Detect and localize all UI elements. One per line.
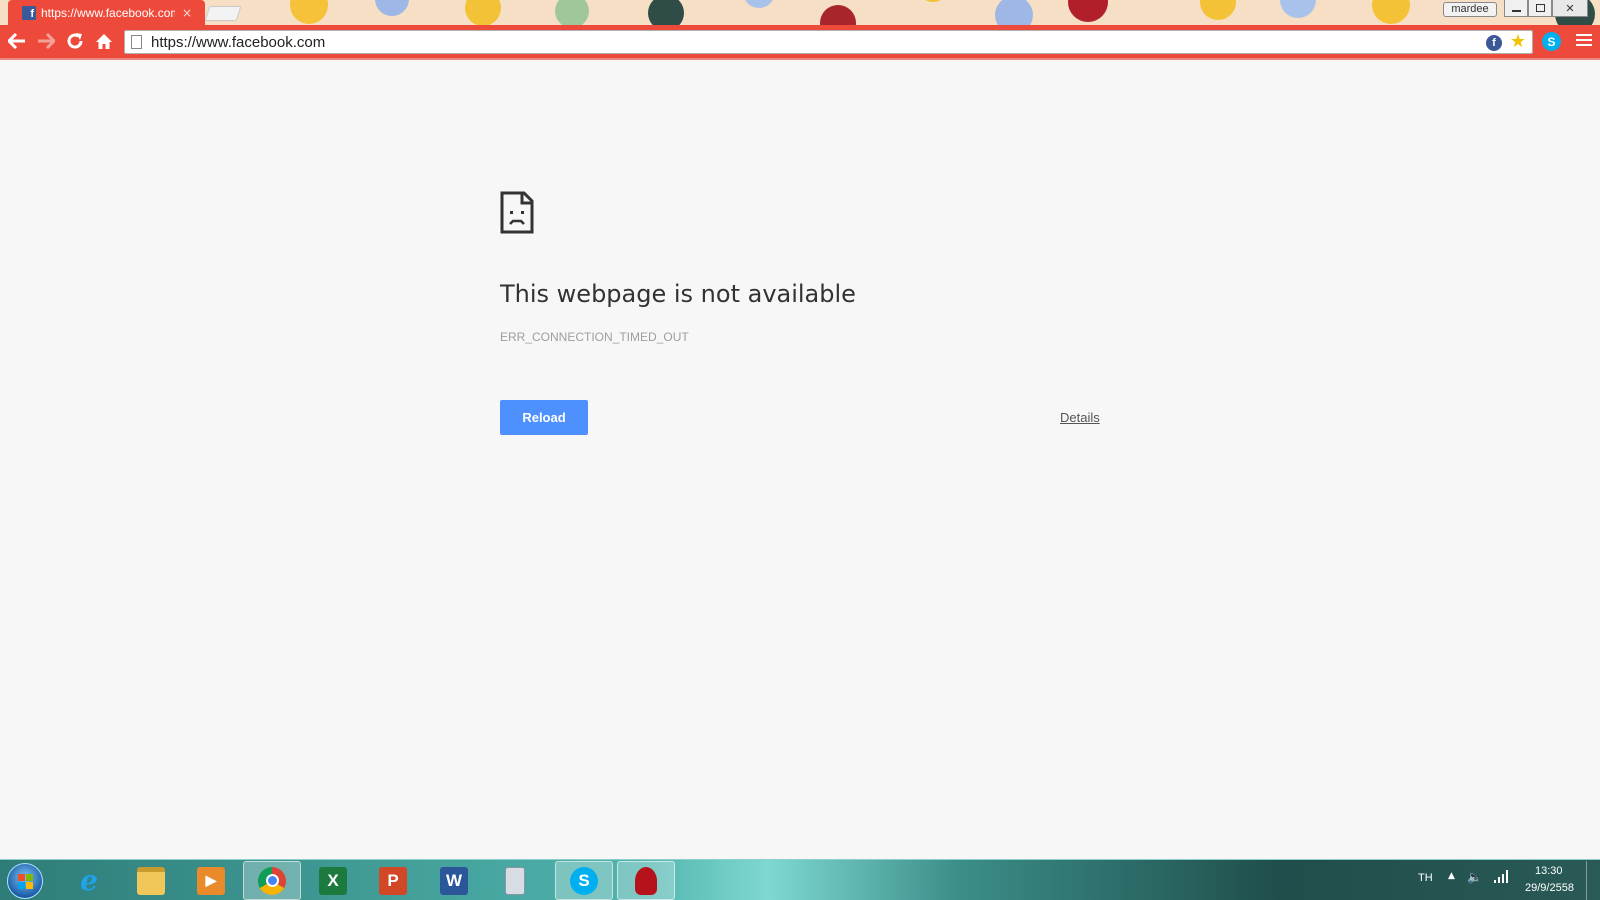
taskbar-red-app[interactable] <box>617 861 675 900</box>
home-icon[interactable] <box>92 29 116 53</box>
chrome-icon <box>258 866 286 895</box>
internet-explorer-icon: e <box>80 864 98 897</box>
windows-taskbar: e ▶ X P W S TH ▲ 🔈 13:30 29/9/2558 <box>0 859 1600 900</box>
red-app-icon <box>635 866 657 895</box>
back-arrow-icon[interactable] <box>5 29 29 53</box>
facebook-favicon-icon: f <box>22 5 36 20</box>
theme-dot <box>995 0 1033 25</box>
theme-dot <box>465 0 501 25</box>
error-code: ERR_CONNECTION_TIMED_OUT <box>500 330 689 344</box>
tab-facebook[interactable]: f https://www.facebook.com × <box>8 0 205 25</box>
tab-strip: f https://www.facebook.com × mardee ✕ <box>0 0 1600 25</box>
taskbar-media-player[interactable]: ▶ <box>182 861 240 900</box>
show-desktop-button[interactable] <box>1586 861 1600 900</box>
theme-dot <box>820 5 856 25</box>
clock-time[interactable]: 13:30 <box>1535 865 1563 877</box>
clock-date[interactable]: 29/9/2558 <box>1525 882 1574 894</box>
tab-title: https://www.facebook.com <box>41 5 175 20</box>
url-text: https://www.facebook.com <box>151 33 326 51</box>
network-icon[interactable] <box>1494 870 1510 886</box>
details-link[interactable]: Details <box>1060 410 1100 425</box>
forward-arrow-icon[interactable] <box>34 29 58 53</box>
facebook-extension-icon[interactable]: f <box>1486 35 1502 51</box>
reload-button[interactable]: Reload <box>500 400 588 435</box>
taskbar-file-explorer[interactable] <box>122 861 180 900</box>
close-icon[interactable]: ✕ <box>1552 0 1588 17</box>
error-title: This webpage is not available <box>500 280 856 308</box>
theme-dot <box>648 0 684 25</box>
powerpoint-icon: P <box>379 866 407 895</box>
theme-dot <box>1068 0 1108 22</box>
theme-dot <box>743 0 775 8</box>
word-icon: W <box>440 866 468 895</box>
file-explorer-icon <box>137 866 165 895</box>
media-player-icon: ▶ <box>197 866 225 895</box>
page-icon <box>131 35 142 49</box>
theme-dot <box>1372 0 1410 24</box>
language-indicator[interactable]: TH <box>1418 872 1433 884</box>
theme-dot <box>290 0 328 24</box>
windows-logo-icon <box>18 874 34 890</box>
show-hidden-icons-icon[interactable]: ▲ <box>1448 871 1455 881</box>
skype-extension-icon[interactable]: S <box>1542 32 1561 51</box>
theme-dot <box>1200 0 1236 20</box>
browser-toolbar: https://www.facebook.com f ★ S <box>0 25 1600 60</box>
new-tab-button[interactable] <box>204 6 242 21</box>
profile-button[interactable]: mardee <box>1443 2 1497 17</box>
start-button[interactable] <box>7 863 43 899</box>
skype-icon: S <box>570 866 598 895</box>
bookmark-star-icon[interactable]: ★ <box>1510 32 1526 52</box>
taskbar-calculator[interactable] <box>486 861 544 900</box>
theme-dot <box>1280 0 1316 18</box>
taskbar-skype[interactable]: S <box>555 861 613 900</box>
taskbar-excel[interactable]: X <box>304 861 362 900</box>
restore-icon[interactable] <box>1528 0 1552 17</box>
theme-dot <box>918 0 948 2</box>
excel-icon: X <box>319 866 347 895</box>
minimize-icon[interactable] <box>1504 0 1528 17</box>
volume-icon[interactable]: 🔈 <box>1467 870 1482 884</box>
reload-icon[interactable] <box>63 29 87 53</box>
address-bar[interactable]: https://www.facebook.com f ★ <box>124 30 1533 54</box>
taskbar-powerpoint[interactable]: P <box>364 861 422 900</box>
theme-dot <box>375 0 409 16</box>
sad-page-icon <box>500 191 534 238</box>
theme-dot <box>555 0 589 25</box>
taskbar-internet-explorer[interactable]: e <box>60 861 118 900</box>
calculator-icon <box>505 866 525 895</box>
taskbar-word[interactable]: W <box>425 861 483 900</box>
tab-close-icon[interactable]: × <box>182 6 192 20</box>
taskbar-chrome[interactable] <box>243 861 301 900</box>
menu-icon[interactable] <box>1576 34 1592 48</box>
